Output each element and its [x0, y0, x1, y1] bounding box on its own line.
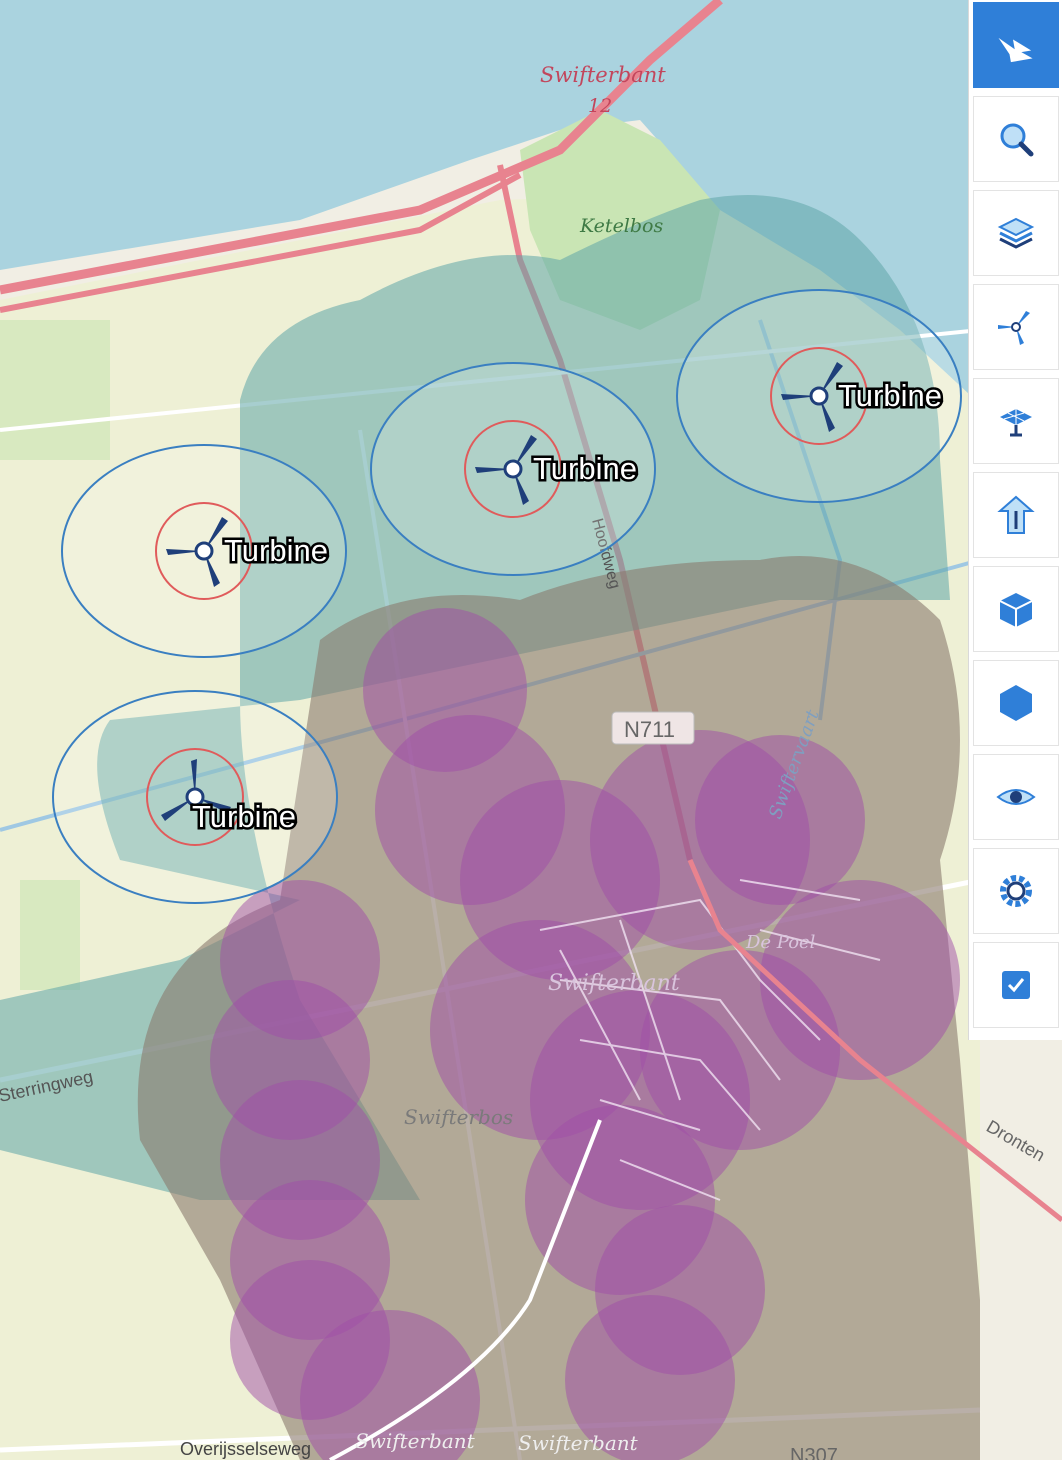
pointer-tool-button[interactable]: [973, 2, 1059, 88]
turbine-marker[interactable]: Turbine: [676, 289, 962, 503]
view-tool-button[interactable]: [973, 754, 1059, 840]
turbine-label: Turbine: [533, 451, 637, 486]
layers-tool-button[interactable]: [973, 190, 1059, 276]
layers-icon: [997, 217, 1035, 249]
turbine-marker[interactable]: Turbine: [370, 362, 656, 576]
turbine-label: Turbine: [224, 533, 328, 568]
turbine-label: Turbine: [192, 799, 296, 834]
overijsselseweg-label: Overijsselseweg: [180, 1439, 311, 1459]
n711-label: N711: [624, 717, 675, 742]
gear-icon: [1000, 875, 1032, 907]
building-arrow-icon: [997, 495, 1035, 534]
bottom-swifterbant-label-1: Swifterbant: [355, 1429, 476, 1453]
checkbox-button[interactable]: [973, 942, 1059, 1028]
solar-panel-icon: [1000, 409, 1032, 437]
checkbox-icon: [1002, 971, 1030, 999]
ketelbos-label: Ketelbos: [579, 215, 663, 237]
n307-label: N307: [790, 1445, 838, 1460]
turbine-marker[interactable]: Turbine: [61, 444, 347, 658]
turbine-label: Turbine: [838, 378, 942, 413]
wind-turbine-icon: [998, 311, 1030, 345]
search-tool-button[interactable]: [973, 96, 1059, 182]
hexagon-tool-button[interactable]: [973, 660, 1059, 746]
box-3d-icon: [999, 593, 1033, 627]
exit-label: Swifterbant: [540, 63, 666, 87]
exit-number: 12: [588, 95, 612, 117]
building-tool-button[interactable]: [973, 472, 1059, 558]
bottom-swifterbant-label-2: Swifterbant: [518, 1431, 639, 1455]
de-poel-label: De Poel: [745, 932, 816, 953]
box-3d-tool-button[interactable]: [973, 566, 1059, 652]
map-canvas[interactable]: Swifterbant 12 Ketelbos Swifterbos De Po…: [0, 0, 1062, 1460]
settings-button[interactable]: [973, 848, 1059, 934]
search-icon: [1000, 123, 1034, 157]
field-patch: [20, 880, 80, 990]
turbine-marker[interactable]: Turbine: [52, 690, 338, 904]
eye-icon: [996, 789, 1036, 805]
field-patch: [0, 320, 110, 460]
hexagon-icon: [1000, 685, 1032, 721]
swifterbos-label: Swifterbos: [404, 1105, 513, 1129]
solar-panel-tool-button[interactable]: [973, 378, 1059, 464]
map-toolbar: [968, 0, 1062, 1040]
pointer-arrow-icon: [998, 37, 1033, 63]
wind-turbine-tool-button[interactable]: [973, 284, 1059, 370]
town-label: Swifterbant: [548, 971, 680, 996]
